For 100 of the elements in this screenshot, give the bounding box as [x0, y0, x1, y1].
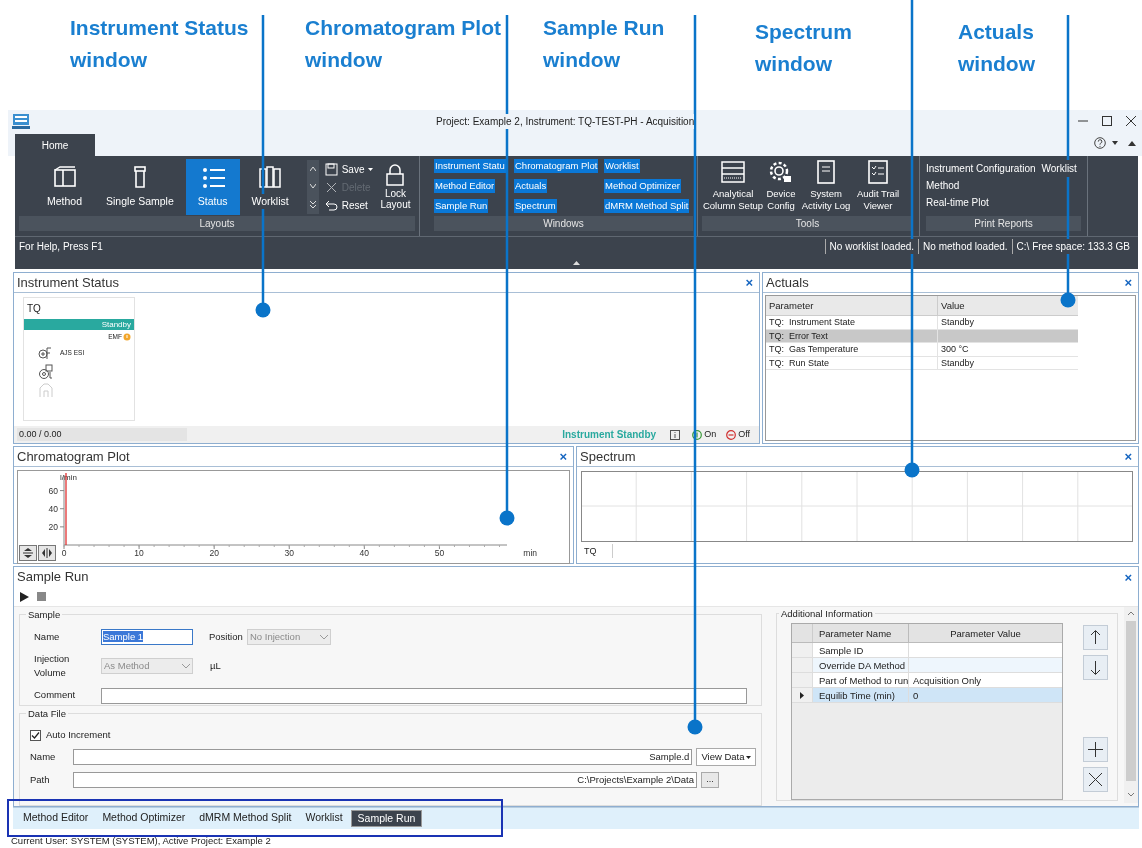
maximize-icon[interactable]	[1102, 116, 1112, 126]
tick-label: 40	[48, 503, 58, 514]
close-button[interactable]: ×	[742, 276, 756, 289]
window-toggle[interactable]: Worklist	[604, 159, 640, 173]
document-tab[interactable]: Worklist	[299, 810, 349, 827]
table-row[interactable]: Equilib Time (min) 0	[792, 688, 1062, 703]
window-toggle[interactable]: Chromatogram Plot	[514, 159, 599, 173]
ribbon-tab[interactable]: Home	[15, 134, 95, 156]
table-row[interactable]: Sample ID	[792, 643, 1062, 658]
zoom-horizontal-icon[interactable]	[38, 545, 56, 561]
document-tab[interactable]: Method Editor	[17, 810, 95, 827]
table-row[interactable]: Override DA Method	[792, 658, 1062, 673]
table-row[interactable]: TQ: Gas Temperature 300 °C	[766, 343, 1078, 357]
off-button[interactable]: Off	[726, 427, 750, 442]
window-toggle[interactable]: dMRM Method Split	[604, 199, 690, 213]
move-down-button-icon[interactable]	[1083, 655, 1108, 680]
close-button[interactable]: ×	[556, 450, 570, 463]
field-label: Injection Volume	[34, 652, 71, 681]
sample-name-field[interactable]: Sample 1	[101, 629, 193, 645]
view-data-button[interactable]: View Data	[696, 748, 756, 767]
table-row[interactable]: TQ: Instrument State Standby	[766, 316, 1078, 330]
window-toggle[interactable]: Actuals	[514, 179, 548, 193]
field-label: Name	[30, 750, 57, 765]
checkbox[interactable]	[30, 729, 41, 741]
table-cell-text: Standby	[940, 316, 976, 329]
layout-action-button[interactable]: Save	[324, 161, 374, 177]
document-tab[interactable]: Method Optimizer	[96, 810, 192, 827]
module-state: Standby	[24, 319, 134, 330]
field-label: Comment	[34, 688, 77, 703]
callout-label: Instrument Status window	[70, 15, 250, 73]
panel-title: Chromatogram Plot	[17, 447, 130, 466]
table-cell: Part of Method to run	[813, 673, 909, 687]
table-cell-text: Standby	[940, 356, 976, 369]
spectrum-tab[interactable]: TQ	[581, 544, 613, 558]
group-label: Layouts	[19, 216, 415, 231]
data-file-name-field[interactable]: Sample.d	[73, 749, 693, 766]
group-label: Print Reports	[926, 216, 1081, 231]
chevron-down-icon	[320, 634, 328, 640]
scroll-down-icon	[309, 183, 316, 188]
caret-down-icon[interactable]	[1112, 141, 1118, 145]
comment-field[interactable]	[101, 687, 747, 704]
report-link[interactable]: Worklist	[1041, 160, 1077, 177]
add-button-icon[interactable]	[1083, 737, 1108, 762]
close-icon[interactable]	[1126, 116, 1136, 126]
status-text: Current User: SYSTEM (SYSTEM), Active Project: Example 2	[11, 833, 271, 848]
zoom-vertical-icon[interactable]	[19, 545, 37, 561]
group-label: Windows	[434, 216, 693, 231]
layout-button[interactable]: Status	[185, 159, 240, 215]
help-text: For Help, Press F1	[19, 240, 103, 254]
instrument-state-text: Instrument Standby	[562, 428, 657, 442]
lock-layout-button[interactable]: Lock Layout	[377, 164, 414, 210]
window-toggle[interactable]: Method Optimizer	[604, 179, 681, 193]
table-cell: Equilib Time (min)	[813, 688, 909, 702]
remove-button-icon[interactable]	[1083, 767, 1108, 792]
move-up-button-icon[interactable]	[1083, 625, 1108, 650]
document-tab[interactable]: dMRM Method Split	[193, 810, 298, 827]
browse-button[interactable]: ...	[701, 772, 719, 789]
collapse-ribbon-icon[interactable]	[573, 260, 580, 265]
progress-field: 0.00 / 0.00	[17, 428, 187, 441]
tool-button[interactable]: Device Config	[765, 160, 797, 212]
close-button[interactable]: ×	[1121, 276, 1135, 289]
field-label: Path	[30, 773, 51, 788]
path-field[interactable]: C:\Projects\Example 2\Data	[73, 772, 697, 789]
gear-lock-icon	[768, 160, 794, 184]
gallery-scroll-bar[interactable]	[306, 160, 319, 214]
panel-layout-icon	[51, 164, 78, 189]
close-button[interactable]: ×	[1121, 450, 1135, 463]
window-toggle[interactable]: Instrument Statu	[434, 159, 506, 173]
tick-label: 60	[48, 485, 58, 496]
field-label: Name	[34, 629, 61, 644]
group-label: Tools	[702, 216, 913, 231]
document-tab[interactable]: Sample Run	[350, 810, 423, 827]
on-button[interactable]: On	[692, 427, 717, 442]
layout-action-button[interactable]: Reset	[324, 197, 374, 213]
field-label: µL	[210, 659, 221, 674]
table-row[interactable]: Part of Method to run Acquisition Only	[792, 673, 1062, 688]
layout-button[interactable]: Method	[35, 159, 95, 215]
warning-badge-icon	[123, 332, 131, 341]
tool-button[interactable]: Audit Trail Viewer	[855, 160, 901, 212]
info-icon[interactable]	[670, 429, 681, 440]
panel-title: Actuals	[766, 273, 809, 292]
window-toggle[interactable]: Method Editor	[434, 179, 496, 193]
close-button[interactable]: ×	[1121, 570, 1135, 584]
help-icon[interactable]	[1094, 137, 1106, 149]
check-icon	[31, 730, 40, 740]
vertical-scrollbar[interactable]	[1124, 607, 1138, 803]
vials-icon	[257, 164, 284, 189]
play-icon[interactable]	[20, 591, 29, 602]
caret-down-icon	[368, 167, 374, 171]
panel-title: Spectrum	[580, 447, 636, 466]
layout-button[interactable]: Single Sample	[94, 159, 186, 215]
window-toggle[interactable]: Spectrum	[514, 199, 557, 213]
table-cell: Sample ID	[813, 643, 909, 657]
window-toggle[interactable]: Sample Run	[434, 199, 489, 213]
table-cell: TQ: Error Text	[766, 329, 938, 342]
tool-button[interactable]: System Activity Log	[798, 160, 854, 212]
collapse-ribbon-icon[interactable]	[1128, 140, 1136, 146]
layout-button[interactable]: Worklist	[239, 159, 301, 215]
table-cell-text: Acquisition Only	[912, 674, 983, 687]
tool-button[interactable]: Analytical Column Setup	[702, 160, 764, 212]
